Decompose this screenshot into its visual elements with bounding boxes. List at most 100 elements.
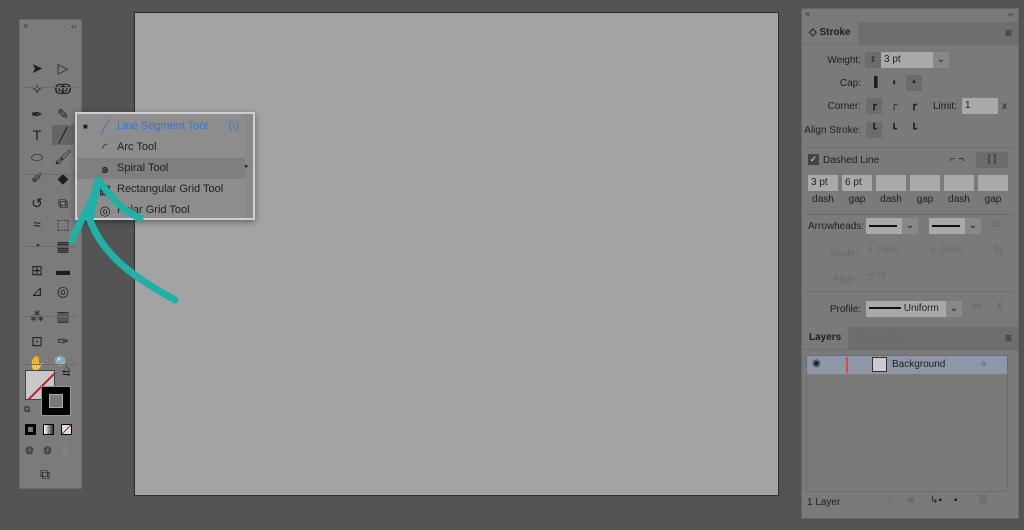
artboard-canvas[interactable] [134, 12, 779, 496]
layer-count: 1 Layer [807, 497, 841, 508]
line-segment-tool[interactable]: ╱ [52, 125, 74, 145]
direct-selection-tool[interactable]: ▷ [52, 58, 74, 78]
align-inside-button[interactable]: ┗ [886, 122, 902, 138]
miter-join-button[interactable]: ┏ [866, 98, 882, 114]
color-mode-icon[interactable] [25, 424, 36, 435]
layer-row[interactable]: ◉ Background ○ [807, 356, 1007, 374]
rotate-tool[interactable]: ↺ [26, 193, 48, 213]
preserve-dash-button[interactable]: ⌐ ¬ [942, 152, 972, 168]
weight-input[interactable]: 3 pt [881, 52, 933, 68]
panel-menu-icon[interactable]: ≡ [1005, 331, 1012, 345]
swap-fill-stroke-icon[interactable]: ⇆ [62, 368, 70, 379]
start-arrowhead-dropdown[interactable]: ⌄ [902, 218, 918, 234]
close-icon[interactable]: × [23, 21, 28, 31]
locate-object-icon[interactable]: ⌕ [888, 495, 894, 506]
flip-across-icon[interactable]: ⧗ [996, 301, 1003, 312]
swap-arrowheads-icon[interactable]: ⇄ [992, 219, 1000, 230]
make-clipping-mask-icon[interactable]: ◙ [908, 495, 914, 506]
flyout-tearoff[interactable]: ▸ [245, 114, 253, 218]
weight-dropdown[interactable]: ⌄ [933, 52, 949, 68]
create-layer-icon[interactable]: ▪ [954, 495, 958, 506]
lasso-tool[interactable]: ↂ [52, 79, 74, 99]
pen-tool[interactable]: ✒ [26, 104, 48, 124]
scale-start-input[interactable]: ⇕ 100% [866, 245, 899, 256]
corner-label: Corner: [827, 101, 861, 112]
bevel-join-button[interactable]: ┏ [906, 98, 922, 114]
collapse-icon[interactable]: ‹‹ [71, 21, 77, 31]
draw-behind-icon[interactable]: ◍ [43, 445, 52, 456]
tab-layers[interactable]: Layers [802, 327, 849, 349]
gap-label: gap [984, 194, 1002, 205]
gradient-mode-icon[interactable] [43, 424, 54, 435]
limit-input[interactable]: 1 [962, 98, 998, 114]
gap-input[interactable] [910, 175, 940, 191]
delete-layer-icon[interactable]: 🗑 [977, 495, 990, 506]
width-tool[interactable]: ≈ [26, 214, 48, 234]
flyout-item-line-segment-tool[interactable]: ■ ╱ Line Segment Tool (\) [77, 116, 245, 137]
arrow-align-label: Align: [832, 273, 858, 284]
none-mode-icon[interactable] [61, 424, 72, 435]
layer-name: Background [892, 359, 946, 370]
dash-input[interactable] [876, 175, 906, 191]
tab-stroke[interactable]: ◇ Stroke [802, 22, 858, 44]
stroke-swatch[interactable] [41, 386, 71, 416]
curvature-tool[interactable]: ✎ [52, 104, 74, 124]
flyout-item-arc-tool[interactable]: ◜ Arc Tool [77, 137, 245, 158]
collapse-icon[interactable]: ‹‹ [1008, 9, 1014, 19]
eyedropper-tool[interactable]: ⊿ [26, 281, 48, 301]
link-scale-icon[interactable]: ⛓ [992, 245, 1005, 256]
round-join-button[interactable]: ╭ [886, 98, 902, 114]
type-tool[interactable]: T [26, 125, 48, 145]
tool-icon: ◜ [102, 140, 108, 155]
tab-arrows-icon: ◇ [809, 27, 817, 38]
mesh-tool[interactable]: ⊞ [26, 260, 48, 280]
flyout-item-label: Arc Tool [117, 141, 157, 153]
close-icon[interactable]: × [805, 9, 810, 19]
panel-menu-icon[interactable]: ≡ [1005, 26, 1012, 40]
scale-end-input[interactable]: ⇕ 100% [929, 245, 962, 256]
align-outside-button[interactable]: ┗ [906, 122, 922, 138]
end-arrowhead-select[interactable] [929, 218, 965, 234]
scale-start-value: 100% [876, 245, 900, 255]
weight-label: Weight: [827, 55, 861, 66]
tab-artboards[interactable]: Artboards [846, 327, 908, 349]
gap-input[interactable] [978, 175, 1008, 191]
selection-tool[interactable]: ➤ [26, 58, 48, 78]
start-arrowhead-select[interactable] [866, 218, 902, 234]
arrow-extend-button[interactable]: ⇥ ⇉ [866, 270, 886, 281]
slice-tool[interactable]: ✑ [52, 331, 74, 351]
ellipse-tool[interactable]: ⬭ [26, 147, 48, 167]
active-bullet-icon: ■ [83, 122, 88, 131]
profile-select[interactable]: Uniform [866, 301, 946, 317]
profile-value: Uniform [903, 303, 939, 314]
artboard-tool[interactable]: ⊡ [26, 331, 48, 351]
limit-unit: x [1002, 101, 1007, 112]
visibility-eye-icon[interactable]: ◉ [812, 358, 821, 369]
align-center-button[interactable]: ┗ [866, 122, 882, 138]
default-colors-icon[interactable]: ⧉ [24, 404, 30, 415]
scale-label: Scale: [830, 248, 858, 259]
magic-wand-tool[interactable]: ✧ [26, 79, 48, 99]
dash-input[interactable] [944, 175, 974, 191]
flip-along-icon[interactable]: ⋈ [972, 301, 982, 312]
tab-label: Stroke [819, 27, 851, 38]
gap-input[interactable]: 6 pt [842, 175, 872, 191]
screen-mode-icon[interactable]: ⧉ [40, 466, 50, 483]
create-sublayer-icon[interactable]: ↳▪ [930, 495, 942, 506]
end-arrowhead-dropdown[interactable]: ⌄ [965, 218, 981, 234]
dash-input[interactable]: 3 pt [808, 175, 838, 191]
butt-cap-button[interactable]: ▐ [866, 75, 882, 91]
draw-normal-icon[interactable]: ◍ [25, 445, 34, 456]
round-cap-button[interactable]: ◖ [886, 75, 902, 91]
dashed-line-checkbox[interactable]: ✓ [808, 154, 819, 165]
weight-stepper[interactable]: ⇕ [865, 52, 881, 68]
target-circle-icon[interactable]: ○ [981, 358, 986, 368]
flyout-item-label: Line Segment Tool [117, 120, 208, 132]
draw-inside-icon[interactable]: ◍ [61, 445, 70, 456]
profile-dropdown[interactable]: ⌄ [946, 301, 962, 317]
dash-label: dash [880, 194, 902, 205]
projecting-cap-button[interactable]: ▪ [906, 75, 922, 91]
shaper-tool[interactable]: ✐ [26, 168, 48, 188]
align-dash-corners-button[interactable]: [ ] [976, 152, 1008, 168]
align-stroke-label: Align Stroke: [804, 125, 861, 136]
